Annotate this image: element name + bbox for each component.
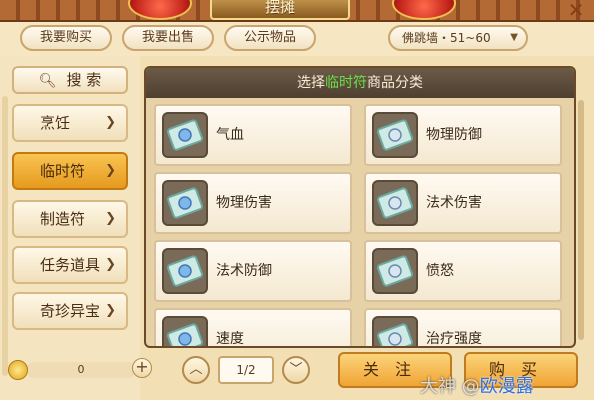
category-cell-magic-damage[interactable]: 法术伤害 [364, 172, 562, 234]
talisman-scroll-icon [372, 248, 418, 294]
tab-buy[interactable]: 我要购买 [20, 25, 112, 51]
category-label: 物理伤害 [216, 195, 272, 211]
sidebar-item-cooking[interactable]: 烹饪 ❯ [12, 104, 128, 142]
sidebar-item-temporary-talisman[interactable]: 临时符 ❯ [12, 152, 128, 190]
category-label: 法术伤害 [426, 195, 482, 211]
category-panel: 选择临时符商品分类 气血 物理防御 物理伤害 法术伤害 法术防御 愤怒 速度 治… [144, 66, 576, 348]
panel-header: 选择临时符商品分类 [146, 68, 574, 98]
sidebar-item-treasures[interactable]: 奇珍异宝 ❯ [12, 292, 128, 330]
tabs-row: 我要购买 我要出售 公示物品 佛跳墙・51~60 ▼ [0, 22, 594, 56]
sidebar-item-label: 奇珍异宝 [40, 302, 101, 320]
talisman-scroll-icon [372, 316, 418, 346]
category-cell-healing-power[interactable]: 治疗强度 [364, 308, 562, 347]
category-cell-magic-defense[interactable]: 法术防御 [154, 240, 352, 302]
sidebar-item-label: 临时符 [40, 162, 86, 180]
chevron-down-icon: ﹀ [289, 362, 303, 377]
category-cell-rage[interactable]: 愤怒 [364, 240, 562, 302]
category-cell-physical-defense[interactable]: 物理防御 [364, 104, 562, 166]
tab-sell[interactable]: 我要出售 [122, 25, 214, 51]
chevron-up-icon: ︿ [189, 362, 203, 377]
category-label: 愤怒 [426, 263, 454, 279]
sidebar-scrollbar[interactable] [2, 96, 8, 376]
category-label: 法术防御 [216, 263, 272, 279]
chevron-right-icon: ❯ [105, 115, 116, 130]
sidebar: 🔍︎ 搜 索 烹饪 ❯ 临时符 ❯ 制造符 ❯ 任务道具 ❯ 奇珍异宝 ❯ [0, 56, 140, 400]
sidebar-item-label: 任务道具 [40, 256, 101, 274]
panel-scrollbar[interactable] [578, 100, 584, 340]
talisman-scroll-icon [372, 112, 418, 158]
sidebar-item-crafting-talisman[interactable]: 制造符 ❯ [12, 200, 128, 238]
page-up-button[interactable]: ︿ [182, 356, 210, 384]
chevron-right-icon: ❯ [105, 303, 116, 318]
watermark-suffix: 欧漫露 [479, 376, 534, 397]
sidebar-item-label: 烹饪 [40, 114, 71, 132]
talisman-scroll-icon [162, 180, 208, 226]
category-cell-hp[interactable]: 气血 [154, 104, 352, 166]
talisman-scroll-icon [372, 180, 418, 226]
server-select-value: 佛跳墙・51~60 [402, 31, 491, 45]
watermark-prefix: 大神 @ [420, 376, 480, 397]
category-cell-physical-damage[interactable]: 物理伤害 [154, 172, 352, 234]
add-currency-button[interactable]: + [132, 358, 152, 378]
category-label: 速度 [216, 331, 244, 347]
page-down-button[interactable]: ﹀ [282, 356, 310, 384]
chevron-right-icon: ❯ [105, 257, 116, 272]
search-button-label: 搜 索 [66, 71, 102, 89]
talisman-scroll-icon [162, 316, 208, 346]
chevron-right-icon: ❯ [105, 211, 116, 226]
page-indicator: 1/2 [218, 356, 274, 384]
panel-header-prefix: 选择 [297, 75, 325, 91]
panel-header-suffix: 商品分类 [367, 75, 423, 91]
coin-icon [8, 360, 28, 380]
category-label: 物理防御 [426, 127, 482, 143]
panel-header-highlight: 临时符 [325, 75, 367, 91]
currency-row: 0 + [8, 358, 152, 382]
chevron-down-icon: ▼ [510, 32, 518, 43]
server-select[interactable]: 佛跳墙・51~60 ▼ [388, 25, 528, 51]
sidebar-item-quest-items[interactable]: 任务道具 ❯ [12, 246, 128, 284]
close-icon[interactable]: ✕ [564, 0, 588, 22]
talisman-scroll-icon [162, 112, 208, 158]
coin-amount: 0 [26, 362, 136, 378]
talisman-scroll-icon [162, 248, 208, 294]
category-label: 治疗强度 [426, 331, 482, 347]
chevron-right-icon: ❯ [105, 163, 116, 178]
category-label: 气血 [216, 127, 244, 143]
category-cell-speed[interactable]: 速度 [154, 308, 352, 347]
sidebar-item-label: 制造符 [40, 210, 86, 228]
tab-public-items[interactable]: 公示物品 [224, 25, 316, 51]
window-title: 摆摊 [210, 0, 350, 20]
watermark: 大神 @欧漫露 [420, 372, 594, 400]
search-icon: 🔍︎ [38, 73, 57, 89]
search-button[interactable]: 🔍︎ 搜 索 [12, 66, 128, 94]
